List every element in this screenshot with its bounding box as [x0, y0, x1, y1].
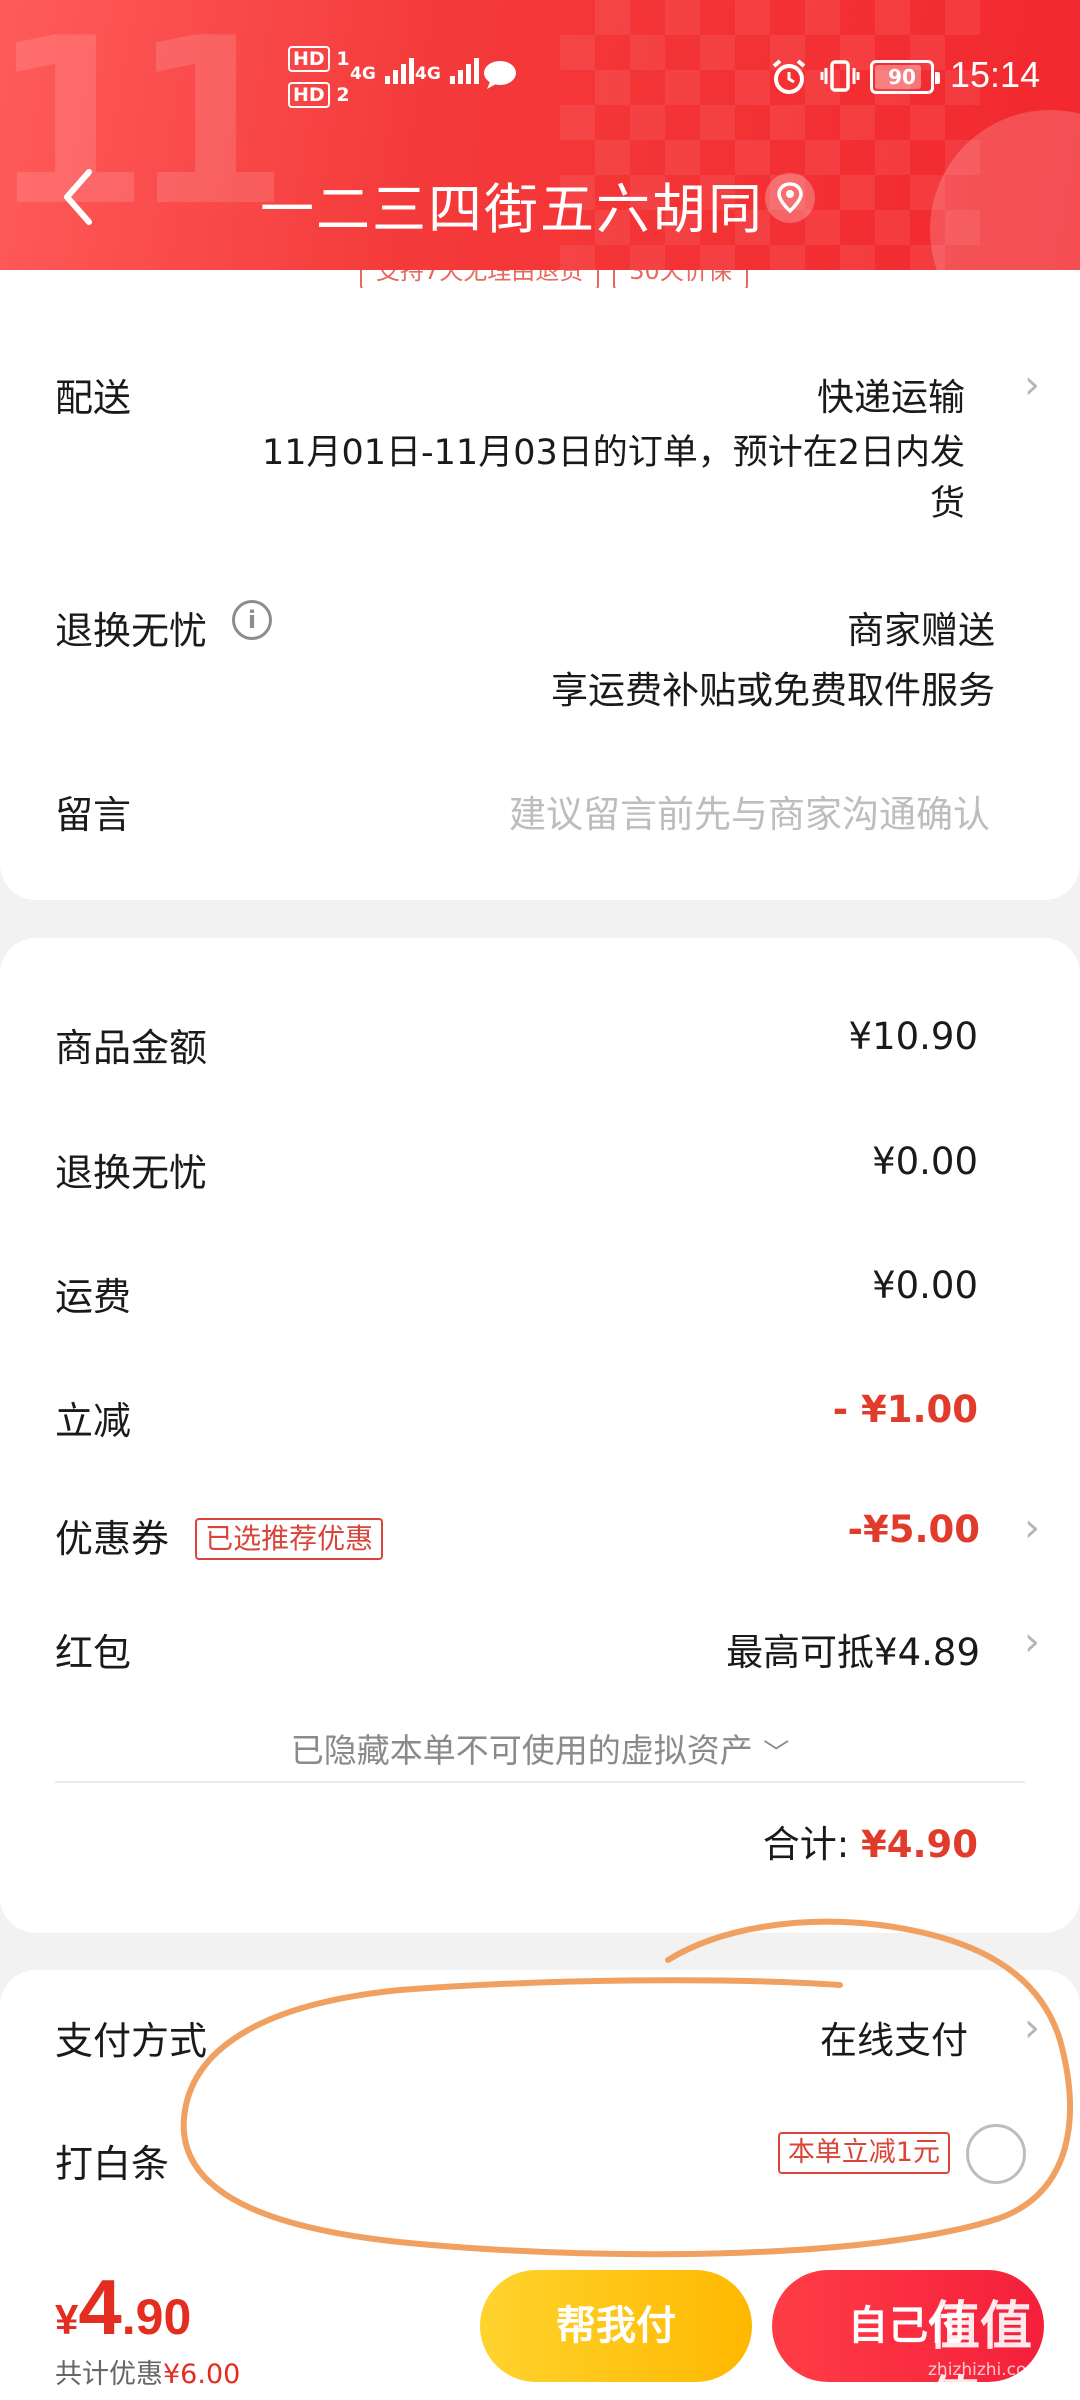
shipping-note: 11月01日-11月03日的订单，预计在2日内发	[261, 433, 965, 473]
info-icon[interactable]: i	[232, 600, 272, 640]
chevron-right-icon[interactable]: ›	[1024, 1619, 1040, 1665]
coupon-label-text: 优惠券	[55, 1517, 170, 1561]
total-discount: 共计优惠¥6.00	[55, 2352, 240, 2391]
header: 11 HD 1 HD 2 4G 4G 90 15:14 一二三四街五六胡同	[0, 0, 1080, 270]
return-worry-free-sub: 享运费补贴或免费取件服务	[551, 669, 995, 712]
hd1-indicator: HD 1	[288, 46, 350, 72]
final-price: ¥4.90	[55, 2262, 191, 2353]
price-decimal: .90	[121, 2289, 192, 2345]
instant-discount-amount: - ¥1.00	[832, 1388, 978, 1431]
watermark-url: zhizhizhi.com	[928, 2360, 1043, 2380]
return-fee-amount: ¥0.00	[872, 1140, 978, 1183]
alarm-icon	[772, 59, 806, 94]
shipping-value[interactable]: 快递运输	[817, 367, 965, 421]
message-input[interactable]: 建议留言前先与商家沟通确认	[509, 784, 990, 838]
clock: 15:14	[950, 54, 1041, 95]
total-amount: ¥4.90	[860, 1823, 978, 1866]
return-fee-label: 退换无忧	[55, 1151, 208, 1195]
total-label: 合计:	[762, 1823, 850, 1866]
hidden-assets-toggle[interactable]: 已隐藏本单不可使用的虚拟资产 ﹀	[0, 1724, 1080, 1772]
message-label: 留言	[55, 793, 132, 837]
chevron-right-icon[interactable]: ›	[1024, 1505, 1040, 1551]
battery-indicator: 90	[870, 60, 940, 94]
hd2-indicator: HD 2	[288, 82, 350, 108]
total-discount-amount: ¥6.00	[163, 2359, 241, 2390]
status-bar: HD 1 HD 2 4G 4G 90 15:14	[0, 0, 1080, 160]
payment-method-label: 支付方式	[55, 2019, 208, 2063]
hidden-assets-text: 已隐藏本单不可使用的虚拟资产	[290, 1731, 753, 1770]
price-integer: 4	[78, 2263, 122, 2351]
location-pin-icon[interactable]	[765, 173, 815, 223]
total-row: 合计: ¥4.90	[763, 1814, 978, 1868]
red-packet-value[interactable]: 最高可抵¥4.89	[726, 1622, 980, 1676]
signal-1: 4G	[350, 58, 417, 84]
watermark: 值值值	[928, 2297, 1033, 2400]
divider	[55, 1781, 1025, 1783]
coupon-amount[interactable]: -¥5.00	[848, 1508, 980, 1551]
return-worry-free-value: 商家赠送	[847, 609, 995, 652]
baitiao-label: 打白条	[55, 2142, 170, 2186]
signal-bars-icon	[384, 58, 417, 84]
price-summary-card	[0, 938, 1080, 1933]
price-currency: ¥	[55, 2296, 79, 2343]
network-type-1: 4G	[350, 64, 376, 84]
return-worry-free-label: 退换无忧	[55, 609, 208, 653]
instant-discount-label: 立减	[55, 1399, 132, 1443]
baitiao-badge: 本单立减1元	[777, 2132, 950, 2174]
freight-label: 运费	[55, 1275, 132, 1319]
goods-amount: ¥10.90	[848, 1015, 978, 1058]
coupon-badge: 已选推荐优惠	[195, 1518, 384, 1560]
red-packet-label: 红包	[55, 1631, 132, 1675]
vibrate-icon	[820, 60, 860, 92]
signal-bars-icon	[449, 58, 482, 84]
signal-2: 4G	[415, 58, 482, 84]
help-me-pay-button[interactable]: 帮我付	[480, 2270, 752, 2382]
total-discount-label: 共计优惠	[55, 2359, 163, 2390]
message-icon	[484, 61, 516, 89]
shipping-label: 配送	[55, 376, 132, 420]
chevron-right-icon[interactable]: ›	[1024, 362, 1040, 408]
chevron-right-icon[interactable]: ›	[1024, 2005, 1040, 2051]
freight-amount: ¥0.00	[872, 1264, 978, 1307]
network-type-2: 4G	[415, 64, 441, 84]
payment-method-value[interactable]: 在线支付	[820, 2010, 968, 2064]
baitiao-radio[interactable]	[966, 2124, 1026, 2184]
page-title: 一二三四街五六胡同	[260, 178, 764, 241]
chevron-down-icon: ﹀	[763, 1739, 790, 1769]
goods-amount-label: 商品金额	[55, 1026, 208, 1070]
back-arrow-icon[interactable]	[55, 162, 105, 232]
coupon-label: 优惠券 已选推荐优惠	[55, 1508, 384, 1563]
shipping-note-2: 货	[929, 484, 965, 524]
